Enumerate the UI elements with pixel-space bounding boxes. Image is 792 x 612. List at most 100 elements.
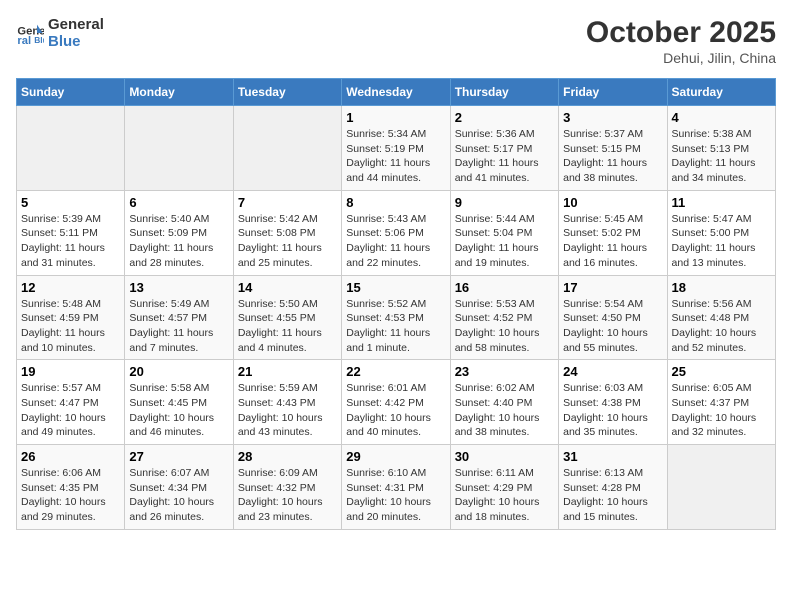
calendar-cell: 27 Sunrise: 6:07 AMSunset: 4:34 PMDayligh… (125, 445, 233, 530)
day-info: Sunrise: 6:11 AMSunset: 4:29 PMDaylight:… (455, 466, 554, 525)
calendar-cell: 7 Sunrise: 5:42 AMSunset: 5:08 PMDaylight… (233, 190, 341, 275)
day-info: Sunrise: 6:06 AMSunset: 4:35 PMDaylight:… (21, 466, 120, 525)
calendar-cell: 23Sunrise: 6:02 AMSunset: 4:40 PMDayligh… (450, 360, 558, 445)
day-info: Sunrise: 5:59 AMSunset: 4:43 PMDaylight:… (238, 381, 337, 440)
calendar-cell: 19 Sunrise: 5:57 AMSunset: 4:47 PMDayligh… (17, 360, 125, 445)
calendar-cell: 21Sunrise: 5:59 AMSunset: 4:43 PMDayligh… (233, 360, 341, 445)
day-number: 12 (21, 280, 120, 295)
day-number: 31 (563, 449, 662, 464)
calendar-cell: 2Sunrise: 5:36 AMSunset: 5:17 PMDaylight… (450, 106, 558, 191)
calendar-cell: 24 Sunrise: 6:03 AMSunset: 4:38 PMDayligh… (559, 360, 667, 445)
day-number: 8 (346, 195, 445, 210)
day-info: Sunrise: 6:10 AMSunset: 4:31 PMDaylight:… (346, 466, 445, 525)
weekday-header-monday: Monday (125, 79, 233, 106)
day-number: 13 (129, 280, 228, 295)
calendar-cell (233, 106, 341, 191)
calendar-cell: 10Sunrise: 5:45 AMSunset: 5:02 PMDayligh… (559, 190, 667, 275)
day-info: Sunrise: 5:42 AMSunset: 5:08 PMDaylight:… (238, 212, 337, 271)
day-number: 23 (455, 364, 554, 379)
logo-blue: Blue (48, 33, 104, 50)
calendar-cell: 26 Sunrise: 6:06 AMSunset: 4:35 PMDayligh… (17, 445, 125, 530)
calendar-cell: 6 Sunrise: 5:40 AMSunset: 5:09 PMDaylight… (125, 190, 233, 275)
day-info: Sunrise: 6:07 AMSunset: 4:34 PMDaylight:… (129, 466, 228, 525)
day-number: 26 (21, 449, 120, 464)
day-info: Sunrise: 6:13 AMSunset: 4:28 PMDaylight:… (563, 466, 662, 525)
calendar-cell (17, 106, 125, 191)
day-number: 9 (455, 195, 554, 210)
svg-text:ral: ral (17, 35, 31, 47)
weekday-header-friday: Friday (559, 79, 667, 106)
day-number: 18 (672, 280, 771, 295)
logo: Gene ral Blue General Blue (16, 16, 104, 51)
day-info: Sunrise: 5:48 AMSunset: 4:59 PMDaylight:… (21, 297, 120, 356)
month-title: October 2025 (586, 16, 776, 50)
day-info: Sunrise: 5:34 AMSunset: 5:19 PMDaylight:… (346, 127, 445, 186)
calendar-cell (125, 106, 233, 191)
day-info: Sunrise: 5:37 AMSunset: 5:15 PMDaylight:… (563, 127, 662, 186)
calendar-cell: 9 Sunrise: 5:44 AMSunset: 5:04 PMDaylight… (450, 190, 558, 275)
day-number: 19 (21, 364, 120, 379)
day-number: 28 (238, 449, 337, 464)
calendar-cell: 3Sunrise: 5:37 AMSunset: 5:15 PMDaylight… (559, 106, 667, 191)
day-info: Sunrise: 5:54 AMSunset: 4:50 PMDaylight:… (563, 297, 662, 356)
day-info: Sunrise: 6:05 AMSunset: 4:37 PMDaylight:… (672, 381, 771, 440)
day-info: Sunrise: 5:44 AMSunset: 5:04 PMDaylight:… (455, 212, 554, 271)
calendar-week-5: 26 Sunrise: 6:06 AMSunset: 4:35 PMDayligh… (17, 445, 776, 530)
day-number: 16 (455, 280, 554, 295)
day-info: Sunrise: 5:50 AMSunset: 4:55 PMDaylight:… (238, 297, 337, 356)
page-header: Gene ral Blue General Blue October 2025 … (16, 16, 776, 66)
calendar-cell: 14 Sunrise: 5:50 AMSunset: 4:55 PMDayligh… (233, 275, 341, 360)
calendar-cell: 5 Sunrise: 5:39 AMSunset: 5:11 PMDaylight… (17, 190, 125, 275)
day-info: Sunrise: 5:52 AMSunset: 4:53 PMDaylight:… (346, 297, 445, 356)
day-info: Sunrise: 5:56 AMSunset: 4:48 PMDaylight:… (672, 297, 771, 356)
day-number: 15 (346, 280, 445, 295)
day-info: Sunrise: 5:53 AMSunset: 4:52 PMDaylight:… (455, 297, 554, 356)
weekday-header-tuesday: Tuesday (233, 79, 341, 106)
day-number: 14 (238, 280, 337, 295)
weekday-header-sunday: Sunday (17, 79, 125, 106)
calendar-cell: 28 Sunrise: 6:09 AMSunset: 4:32 PMDayligh… (233, 445, 341, 530)
calendar-week-3: 12 Sunrise: 5:48 AMSunset: 4:59 PMDayligh… (17, 275, 776, 360)
day-number: 5 (21, 195, 120, 210)
day-info: Sunrise: 5:39 AMSunset: 5:11 PMDaylight:… (21, 212, 120, 271)
day-info: Sunrise: 5:57 AMSunset: 4:47 PMDaylight:… (21, 381, 120, 440)
calendar-cell: 1 Sunrise: 5:34 AMSunset: 5:19 PMDaylight… (342, 106, 450, 191)
day-number: 25 (672, 364, 771, 379)
day-number: 27 (129, 449, 228, 464)
calendar-header: SundayMondayTuesdayWednesdayThursdayFrid… (17, 79, 776, 106)
calendar-table: SundayMondayTuesdayWednesdayThursdayFrid… (16, 78, 776, 530)
calendar-cell: 30 Sunrise: 6:11 AMSunset: 4:29 PMDayligh… (450, 445, 558, 530)
day-number: 24 (563, 364, 662, 379)
day-number: 7 (238, 195, 337, 210)
logo-icon: Gene ral Blue (16, 19, 44, 47)
day-info: Sunrise: 5:36 AMSunset: 5:17 PMDaylight:… (455, 127, 554, 186)
day-number: 29 (346, 449, 445, 464)
calendar-cell: 4Sunrise: 5:38 AMSunset: 5:13 PMDaylight… (667, 106, 775, 191)
day-number: 20 (129, 364, 228, 379)
day-info: Sunrise: 6:03 AMSunset: 4:38 PMDaylight:… (563, 381, 662, 440)
weekday-header-saturday: Saturday (667, 79, 775, 106)
calendar-cell: 16 Sunrise: 5:53 AMSunset: 4:52 PMDayligh… (450, 275, 558, 360)
day-number: 30 (455, 449, 554, 464)
day-number: 1 (346, 110, 445, 125)
calendar-cell: 18 Sunrise: 5:56 AMSunset: 4:48 PMDayligh… (667, 275, 775, 360)
day-number: 10 (563, 195, 662, 210)
calendar-cell: 11Sunrise: 5:47 AMSunset: 5:00 PMDayligh… (667, 190, 775, 275)
calendar-cell: 20Sunrise: 5:58 AMSunset: 4:45 PMDayligh… (125, 360, 233, 445)
day-info: Sunrise: 6:01 AMSunset: 4:42 PMDaylight:… (346, 381, 445, 440)
day-number: 17 (563, 280, 662, 295)
title-block: October 2025 Dehui, Jilin, China (586, 16, 776, 66)
day-info: Sunrise: 5:40 AMSunset: 5:09 PMDaylight:… (129, 212, 228, 271)
weekday-header-thursday: Thursday (450, 79, 558, 106)
calendar-cell: 17 Sunrise: 5:54 AMSunset: 4:50 PMDayligh… (559, 275, 667, 360)
calendar-week-1: 1 Sunrise: 5:34 AMSunset: 5:19 PMDaylight… (17, 106, 776, 191)
day-info: Sunrise: 5:47 AMSunset: 5:00 PMDaylight:… (672, 212, 771, 271)
calendar-cell: 8Sunrise: 5:43 AMSunset: 5:06 PMDaylight… (342, 190, 450, 275)
day-number: 6 (129, 195, 228, 210)
calendar-cell: 29 Sunrise: 6:10 AMSunset: 4:31 PMDayligh… (342, 445, 450, 530)
weekday-header-wednesday: Wednesday (342, 79, 450, 106)
day-info: Sunrise: 5:49 AMSunset: 4:57 PMDaylight:… (129, 297, 228, 356)
day-info: Sunrise: 5:38 AMSunset: 5:13 PMDaylight:… (672, 127, 771, 186)
day-info: Sunrise: 6:09 AMSunset: 4:32 PMDaylight:… (238, 466, 337, 525)
calendar-cell (667, 445, 775, 530)
